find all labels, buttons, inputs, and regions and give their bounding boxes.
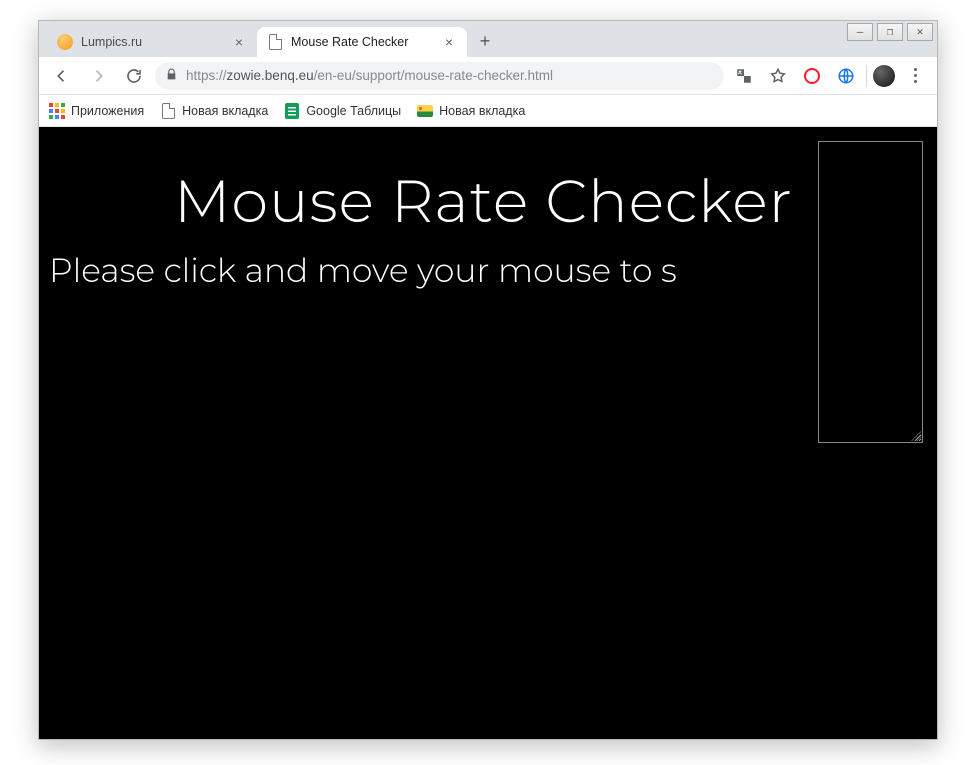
toolbar: https://zowie.benq.eu/en-eu/support/mous… [39,57,937,95]
back-button[interactable] [47,61,77,91]
kebab-menu-icon [914,68,917,83]
globe-icon [837,67,855,85]
tab-mouse-rate-checker[interactable]: Mouse Rate Checker × [257,27,467,57]
bookmark-item[interactable]: Google Таблицы [284,103,401,119]
star-icon [769,67,787,85]
opera-extension-button[interactable] [798,62,826,90]
page-viewport[interactable]: Mouse Rate Checker Please click and move… [39,127,937,739]
opera-icon [804,68,820,84]
apps-grid-icon [49,103,65,119]
address-bar[interactable]: https://zowie.benq.eu/en-eu/support/mous… [155,62,724,90]
tab-favicon-file-icon [267,34,283,50]
bookmark-star-button[interactable] [764,62,792,90]
sheets-icon [284,103,300,119]
bookmarks-bar: Приложения Новая вкладка Google Таблицы … [39,95,937,127]
minimize-button[interactable]: — [847,23,873,41]
maximize-button[interactable]: ❐ [877,23,903,41]
tab-favicon-orange-icon [57,34,73,50]
tab-title: Mouse Rate Checker [291,35,433,49]
close-window-button[interactable]: ✕ [907,23,933,41]
translate-button[interactable] [730,62,758,90]
chrome-menu-button[interactable] [901,62,929,90]
browser-window: — ❐ ✕ Lumpics.ru × Mouse Rate Checker × … [38,20,938,740]
bookmark-item[interactable]: Новая вкладка [417,103,525,119]
bookmark-label: Новая вкладка [182,104,268,118]
tab-close-icon[interactable]: × [231,34,247,50]
forward-button[interactable] [83,61,113,91]
page-subtitle: Please click and move your mouse to s [49,251,677,291]
window-controls: — ❐ ✕ [847,21,937,41]
apps-shortcut[interactable]: Приложения [49,103,144,119]
reload-icon [125,67,143,85]
tab-lumpics[interactable]: Lumpics.ru × [47,27,257,57]
toolbar-divider [866,65,867,87]
profile-avatar[interactable] [873,65,895,87]
arrow-right-icon [89,67,107,85]
apps-label: Приложения [71,104,144,118]
picture-icon [417,103,433,119]
url-text: https://zowie.benq.eu/en-eu/support/mous… [186,68,553,83]
translate-icon [735,67,753,85]
tab-strip: Lumpics.ru × Mouse Rate Checker × + [39,21,937,57]
bookmark-label: Новая вкладка [439,104,525,118]
tab-close-icon[interactable]: × [441,34,457,50]
bookmark-label: Google Таблицы [306,104,401,118]
new-tab-button[interactable]: + [471,27,499,55]
rate-output-box[interactable] [818,141,923,443]
tab-title: Lumpics.ru [81,35,223,49]
lock-icon [165,68,178,84]
page-content: Mouse Rate Checker Please click and move… [39,127,937,739]
bookmark-item[interactable]: Новая вкладка [160,103,268,119]
file-icon [160,103,176,119]
reload-button[interactable] [119,61,149,91]
globe-extension-button[interactable] [832,62,860,90]
arrow-left-icon [53,67,71,85]
page-title: Mouse Rate Checker [174,165,793,237]
